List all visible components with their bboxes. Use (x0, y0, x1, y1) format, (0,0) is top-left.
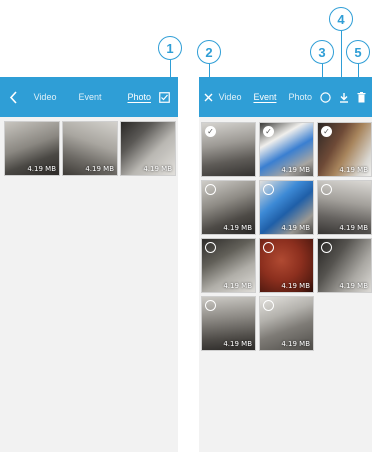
file-size: 4.19 MB (143, 165, 172, 173)
callout-1: 1 (158, 36, 182, 60)
event-grid: ✓ ✓ 4.19 MB ✓ 4.19 MB 4.19 MB 4.19 MB 4.… (199, 117, 372, 351)
file-size: 4.19 MB (339, 166, 368, 174)
tab-video[interactable]: Video (34, 92, 57, 102)
callout-3: 3 (310, 40, 334, 64)
callout-4: 4 (329, 7, 353, 31)
photo-gallery-screen: Video Event Photo 4.19 MB 4.19 MB 4.19 M… (0, 77, 178, 452)
select-circle-icon[interactable] (205, 300, 216, 311)
file-size: 4.19 MB (223, 224, 252, 232)
select-circle-icon[interactable] (321, 184, 332, 195)
file-size: 4.19 MB (223, 340, 252, 348)
file-size: 4.19 MB (223, 282, 252, 290)
photo-grid: 4.19 MB 4.19 MB 4.19 MB (0, 117, 178, 176)
file-size: 4.19 MB (281, 340, 310, 348)
event-thumbnail[interactable]: ✓ 4.19 MB (317, 122, 372, 177)
select-circle-icon[interactable] (263, 300, 274, 311)
tab-event[interactable]: Event (253, 92, 276, 102)
event-thumbnail[interactable]: ✓ (201, 122, 256, 177)
tab-video[interactable]: Video (219, 92, 242, 102)
file-size: 4.19 MB (281, 224, 310, 232)
tab-event[interactable]: Event (78, 92, 101, 102)
select-circle-icon[interactable] (205, 184, 216, 195)
tab-photo[interactable]: Photo (288, 92, 312, 102)
chevron-left-icon[interactable] (6, 90, 22, 104)
event-thumbnail[interactable]: ✓ 4.19 MB (259, 122, 314, 177)
checkmark-icon[interactable]: ✓ (263, 126, 274, 137)
file-size: 4.19 MB (27, 165, 56, 173)
tab-photo[interactable]: Photo (127, 92, 151, 102)
file-size: 4.19 MB (281, 282, 310, 290)
event-thumbnail[interactable]: 4.19 MB (201, 180, 256, 235)
checkbox-icon[interactable] (159, 91, 170, 103)
trash-icon[interactable] (357, 91, 366, 103)
file-size: 4.19 MB (339, 282, 368, 290)
file-size: 4.19 MB (85, 165, 114, 173)
select-circle-icon[interactable] (321, 242, 332, 253)
select-all-circle-icon[interactable] (320, 91, 331, 103)
download-icon[interactable] (339, 92, 349, 103)
file-size: 4.19 MB (281, 166, 310, 174)
select-circle-icon[interactable] (263, 242, 274, 253)
photo-thumbnail[interactable]: 4.19 MB (62, 121, 118, 176)
event-select-screen: Video Event Photo ✓ ✓ 4.19 MB ✓ 4.19 MB … (199, 77, 372, 452)
callout-5: 5 (346, 40, 370, 64)
event-thumbnail[interactable]: 4.19 MB (317, 238, 372, 293)
event-thumbnail[interactable]: 4.19 MB (259, 238, 314, 293)
event-thumbnail[interactable]: 4.19 MB (201, 296, 256, 351)
event-thumbnail[interactable]: 4.19 MB (259, 296, 314, 351)
callout-2: 2 (197, 40, 221, 64)
file-size: 4.19 MB (339, 224, 368, 232)
event-thumbnail[interactable]: 4.19 MB (201, 238, 256, 293)
checkmark-icon[interactable]: ✓ (205, 126, 216, 137)
top-bar: Video Event Photo (199, 77, 372, 117)
select-circle-icon[interactable] (205, 242, 216, 253)
select-circle-icon[interactable] (263, 184, 274, 195)
close-icon[interactable] (203, 93, 215, 102)
top-bar: Video Event Photo (0, 77, 178, 117)
photo-thumbnail[interactable]: 4.19 MB (4, 121, 60, 176)
event-thumbnail[interactable]: 4.19 MB (317, 180, 372, 235)
checkmark-icon[interactable]: ✓ (321, 126, 332, 137)
event-thumbnail[interactable]: 4.19 MB (259, 180, 314, 235)
photo-thumbnail[interactable]: 4.19 MB (120, 121, 176, 176)
